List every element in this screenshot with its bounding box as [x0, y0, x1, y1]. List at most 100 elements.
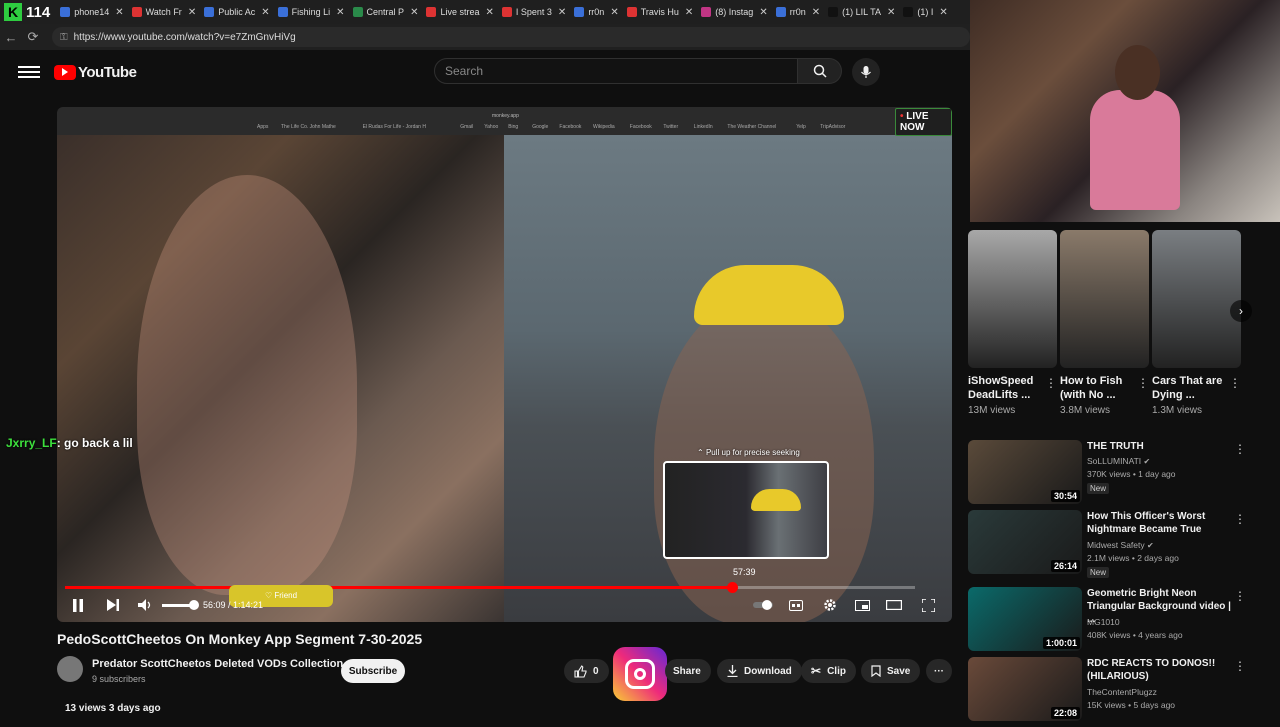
bookmark-item[interactable]: LinkedIn	[694, 124, 713, 130]
bookmark-item[interactable]: TripAdvisor	[820, 124, 845, 130]
short-thumbnail[interactable]	[968, 230, 1057, 368]
bookmark-item[interactable]: Gmail	[460, 124, 473, 130]
more-vertical-icon[interactable]: ⋮	[1229, 376, 1241, 390]
browser-tab[interactable]: Fishing Li ✕	[274, 0, 349, 24]
browser-tab[interactable]: (1) I ✕	[899, 0, 951, 24]
video-thumbnail[interactable]: 30:54	[968, 440, 1082, 504]
bookmark-item[interactable]: Yahoo	[484, 124, 498, 130]
close-tab-icon[interactable]: ✕	[261, 7, 269, 18]
short-thumbnail[interactable]	[1060, 230, 1149, 368]
share-button[interactable]: Share	[665, 659, 711, 683]
recommended-title[interactable]: RDC REACTS TO DONOS!! (HILARIOUS)	[1087, 657, 1237, 683]
recommended-channel[interactable]: Midwest Safety ✔	[1087, 540, 1154, 550]
recommended-video[interactable]: 1:00:01 Geometric Bright Neon Triangular …	[968, 587, 1280, 657]
bookmark-item[interactable]: Yelp	[796, 124, 806, 130]
more-vertical-icon[interactable]: ⋮	[1137, 376, 1149, 390]
autoplay-toggle[interactable]	[751, 593, 775, 617]
short-title[interactable]: How to Fish (with No ...	[1060, 374, 1140, 402]
pause-button[interactable]	[67, 593, 89, 617]
close-tab-icon[interactable]: ✕	[558, 7, 566, 18]
settings-button[interactable]	[819, 593, 841, 617]
fullscreen-button[interactable]	[917, 593, 939, 617]
channel-name[interactable]: Predator ScottCheetos Deleted VODs Colle…	[92, 658, 343, 670]
close-tab-icon[interactable]: ✕	[887, 7, 895, 18]
recommended-title[interactable]: THE TRUTH	[1087, 440, 1237, 453]
short-card[interactable]: Cars That are Dying ... 1.3M views ⋮	[1152, 230, 1241, 416]
more-actions-button[interactable]: ···	[926, 659, 952, 683]
clip-button[interactable]: ✂ Clip	[801, 659, 856, 683]
save-button[interactable]: Save	[861, 659, 921, 683]
close-tab-icon[interactable]: ✕	[610, 7, 618, 18]
progress-bar[interactable]	[65, 582, 915, 593]
bookmark-item[interactable]: The Weather Channel	[727, 124, 776, 130]
more-vertical-icon[interactable]: ⋮	[1234, 442, 1246, 456]
next-button[interactable]	[103, 593, 123, 617]
browser-tab[interactable]: I Spent 3 ✕	[498, 0, 570, 24]
short-card[interactable]: iShowSpeed DeadLifts ... 13M views ⋮	[968, 230, 1057, 416]
recommended-channel[interactable]: TheContentPlugzz	[1087, 687, 1157, 697]
bookmark-item[interactable]: Wikipedia	[593, 124, 615, 130]
recommended-channel[interactable]: MG1010	[1087, 617, 1120, 627]
miniplayer-button[interactable]	[851, 593, 873, 617]
more-vertical-icon[interactable]: ⋮	[1234, 589, 1246, 603]
volume-knob[interactable]	[189, 600, 199, 610]
hamburger-menu-icon[interactable]	[18, 66, 40, 78]
recommended-channel[interactable]: SoLLUMINATI ✔	[1087, 456, 1150, 466]
like-button[interactable]: 0	[564, 659, 609, 683]
short-card[interactable]: How to Fish (with No ... 3.8M views ⋮	[1060, 230, 1149, 416]
captions-button[interactable]	[785, 593, 807, 617]
browser-tab[interactable]: rr0n ✕	[772, 0, 824, 24]
close-tab-icon[interactable]: ✕	[939, 7, 947, 18]
close-tab-icon[interactable]: ✕	[685, 7, 693, 18]
bookmark-item[interactable]: Facebook	[559, 124, 581, 130]
theater-mode-button[interactable]	[883, 593, 905, 617]
browser-tab[interactable]: Central P ✕	[349, 0, 423, 24]
subscribe-button[interactable]: Subscribe	[341, 659, 405, 683]
close-tab-icon[interactable]: ✕	[336, 7, 344, 18]
recommended-title[interactable]: How This Officer's Worst Nightmare Becam…	[1087, 510, 1237, 536]
browser-tab[interactable]: Live strea ✕	[422, 0, 497, 24]
youtube-logo[interactable]: YouTube	[54, 64, 137, 81]
url-field[interactable]: ⚿ https://www.youtube.com/watch?v=e7ZmGn…	[52, 27, 970, 47]
search-input[interactable]	[434, 58, 798, 84]
close-tab-icon[interactable]: ✕	[188, 7, 196, 18]
mute-button[interactable]	[135, 593, 155, 617]
site-info-icon[interactable]: ⚿	[60, 32, 68, 43]
channel-avatar[interactable]	[57, 656, 83, 682]
bookmark-item[interactable]: Facebook	[630, 124, 652, 130]
shorts-next-button[interactable]: ›	[1230, 300, 1252, 322]
reload-icon[interactable]: ⟳	[22, 29, 44, 45]
back-icon[interactable]: ←	[0, 30, 22, 45]
more-vertical-icon[interactable]: ⋮	[1234, 512, 1246, 526]
bookmark-item[interactable]: Apps	[257, 124, 268, 130]
video-thumbnail[interactable]: 22:08	[968, 657, 1082, 721]
browser-tab[interactable]: rr0n ✕	[570, 0, 622, 24]
close-tab-icon[interactable]: ✕	[115, 7, 123, 18]
recommended-video[interactable]: 30:54 THE TRUTH SoLLUMINATI ✔ 370K views • …	[968, 440, 1280, 510]
more-vertical-icon[interactable]: ⋮	[1045, 376, 1057, 390]
short-title[interactable]: Cars That are Dying ...	[1152, 374, 1232, 402]
bookmark-item[interactable]: Twitter	[663, 124, 678, 130]
close-tab-icon[interactable]: ✕	[759, 7, 767, 18]
more-vertical-icon[interactable]: ⋮	[1234, 659, 1246, 673]
close-tab-icon[interactable]: ✕	[812, 7, 820, 18]
video-thumbnail[interactable]: 1:00:01	[968, 587, 1082, 651]
recommended-video[interactable]: 26:14 How This Officer's Worst Nightmare …	[968, 510, 1280, 580]
bookmark-item[interactable]: Google	[532, 124, 548, 130]
close-tab-icon[interactable]: ✕	[410, 7, 418, 18]
browser-tab[interactable]: Travis Hu ✕	[623, 0, 698, 24]
browser-tab[interactable]: Public Ac ✕	[200, 0, 273, 24]
video-thumbnail[interactable]: 26:14	[968, 510, 1082, 574]
browser-tab[interactable]: (1) LIL TA ✕	[824, 0, 899, 24]
bookmark-item[interactable]: Bing	[508, 124, 518, 130]
download-button[interactable]: Download	[717, 659, 802, 683]
browser-tab[interactable]: phone14 ✕	[56, 0, 127, 24]
browser-tab[interactable]: (8) Instag ✕	[697, 0, 771, 24]
bookmark-item[interactable]: El Rudas For Life - Jordan H	[363, 124, 426, 130]
short-thumbnail[interactable]	[1152, 230, 1241, 368]
recommended-video[interactable]: 22:08 RDC REACTS TO DONOS!! (HILARIOUS) Th…	[968, 657, 1280, 727]
close-tab-icon[interactable]: ✕	[486, 7, 494, 18]
search-button[interactable]	[798, 58, 842, 84]
bookmark-item[interactable]: The Life Co. John Mathe	[281, 124, 336, 130]
browser-tab[interactable]: Watch Fr ✕	[128, 0, 201, 24]
